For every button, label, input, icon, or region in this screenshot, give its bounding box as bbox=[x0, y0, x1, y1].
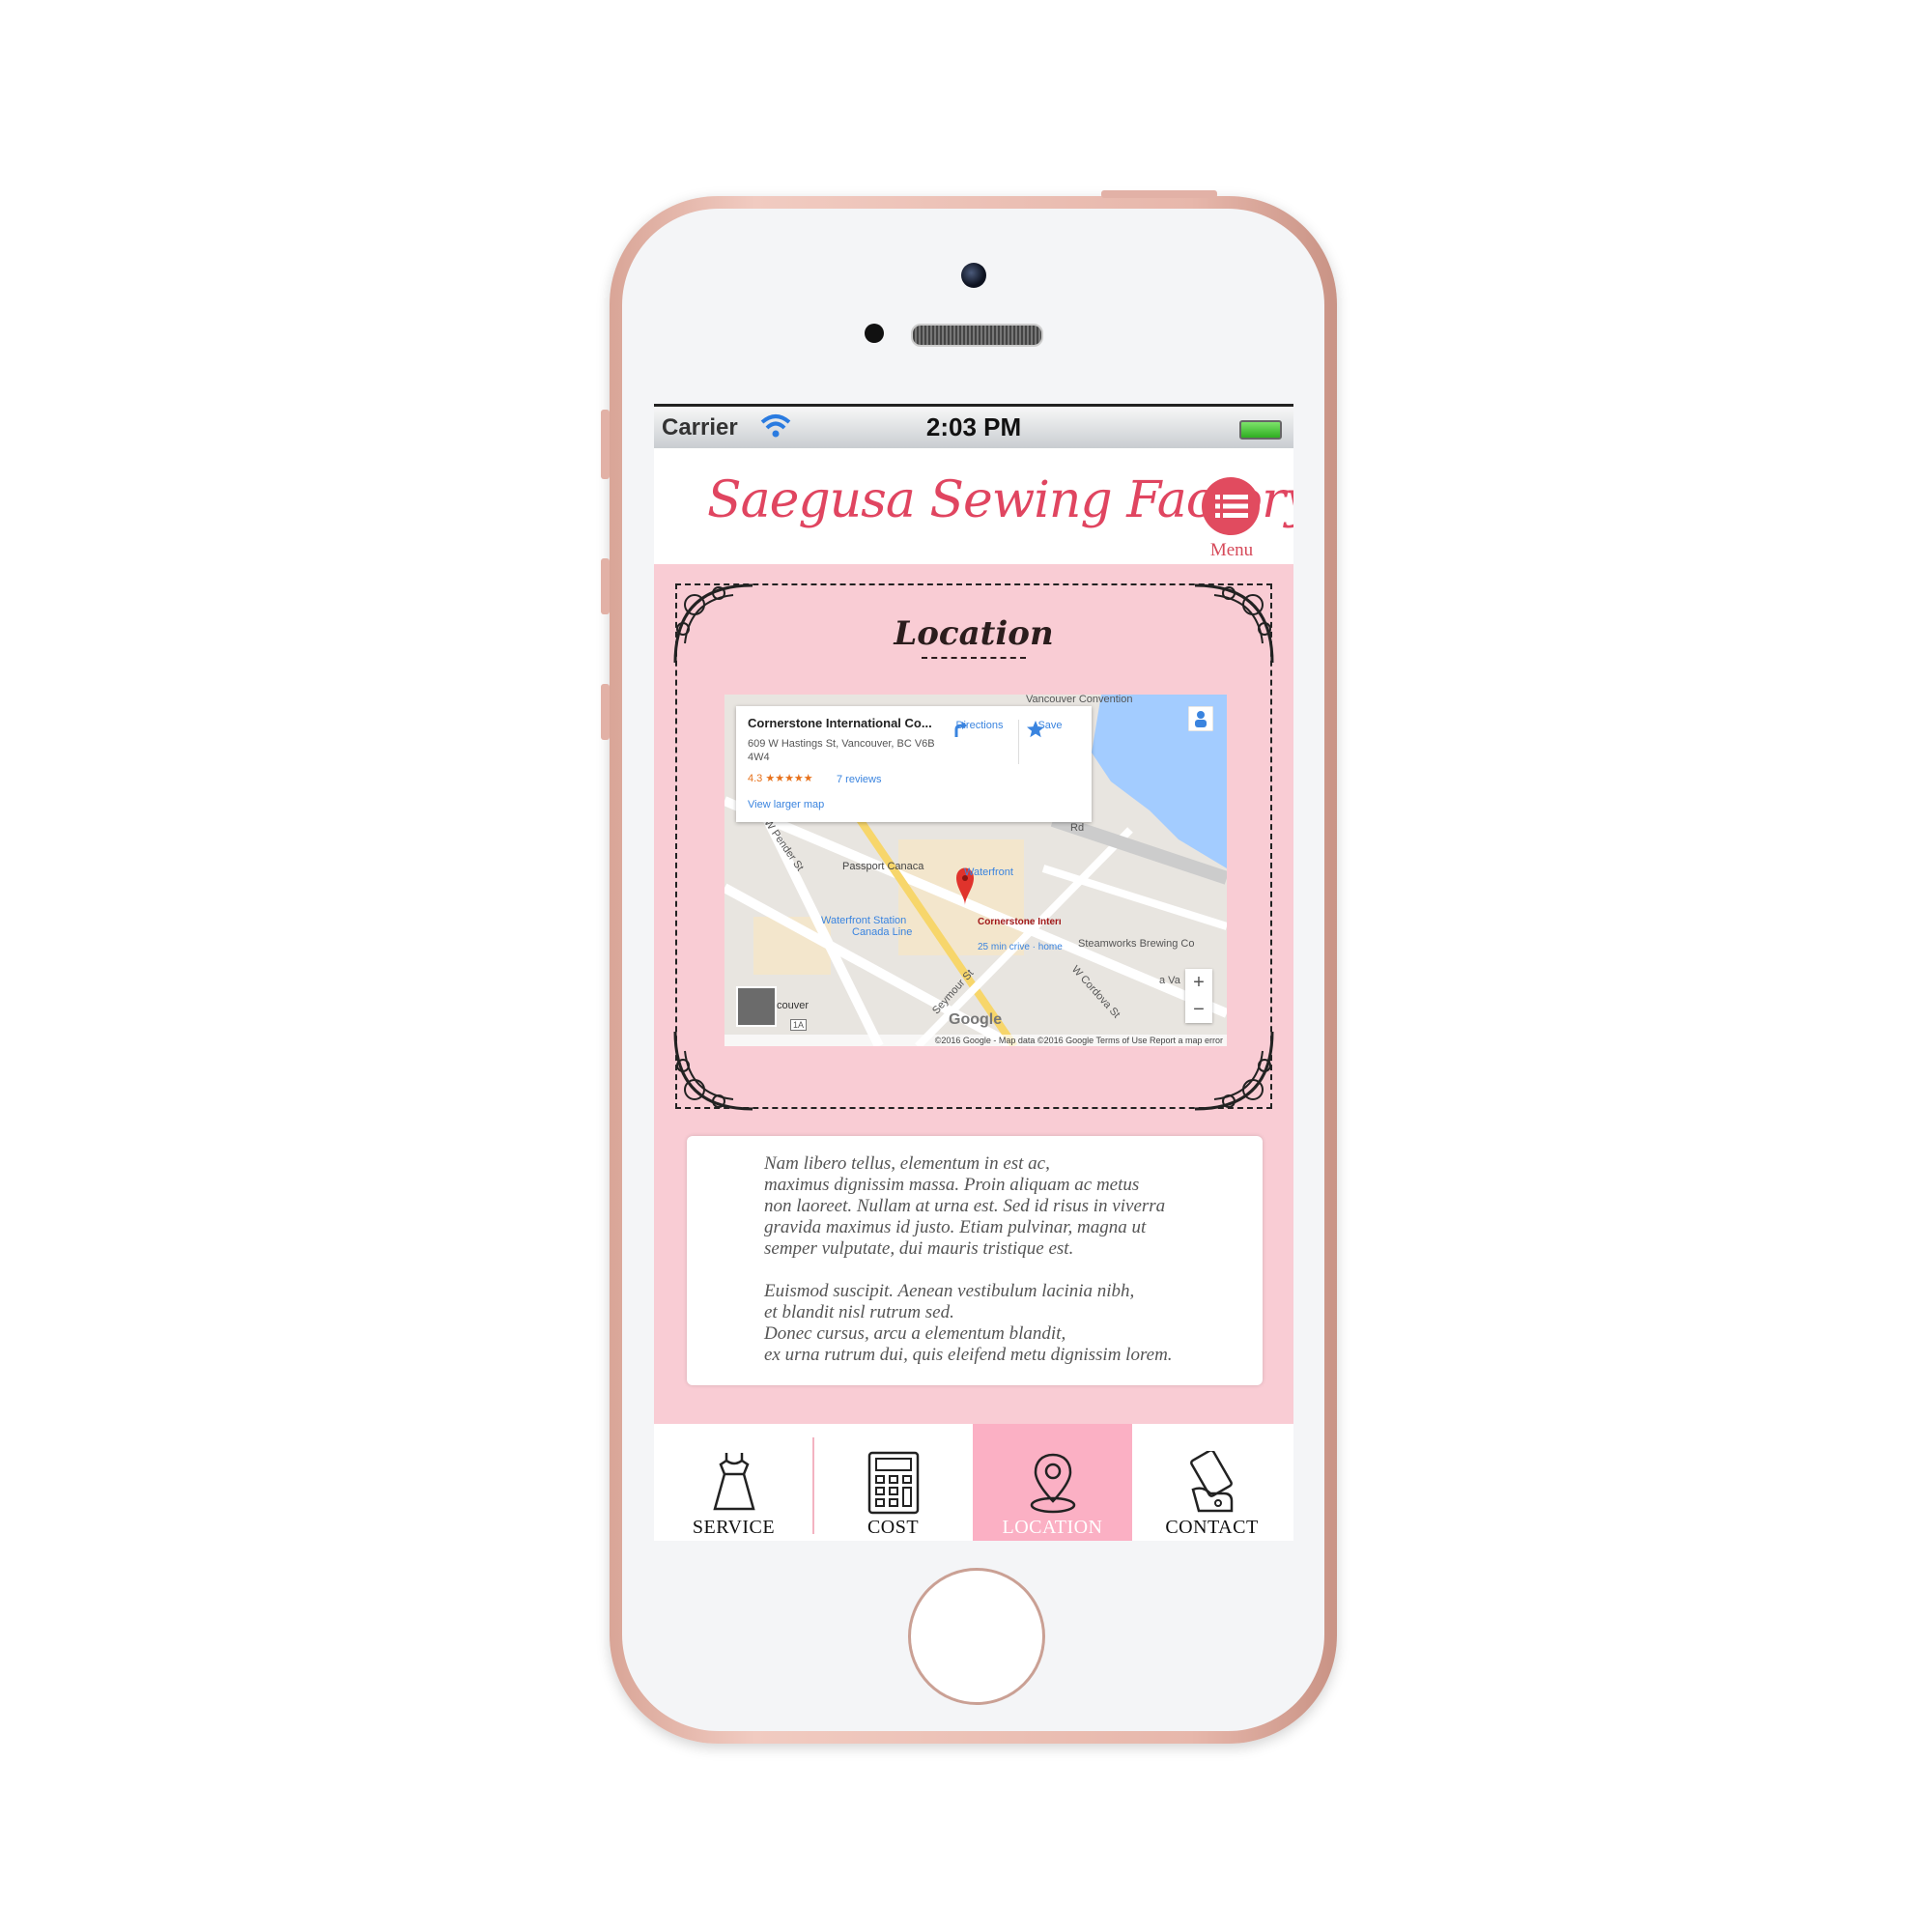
status-time: 2:03 PM bbox=[925, 412, 1022, 441]
map-label-couver: couver bbox=[777, 1000, 810, 1011]
home-button[interactable] bbox=[908, 1568, 1045, 1705]
tab-location-label: LOCATION bbox=[1002, 1517, 1103, 1538]
map-label-steamworks: Steamworks Brewing Co bbox=[1078, 938, 1195, 950]
place-reviews-link[interactable]: 7 reviews bbox=[837, 774, 881, 785]
description-paragraph-2: Euismod suscipit. Aenean vestibulum laci… bbox=[764, 1281, 1173, 1365]
proximity-sensor bbox=[865, 324, 884, 343]
description-paragraph-1: Nam libero tellus, elementum in est ac, … bbox=[764, 1153, 1166, 1259]
tab-service[interactable]: SERVICE bbox=[654, 1424, 814, 1541]
google-logo: Google bbox=[949, 1011, 1003, 1028]
tab-contact-label: CONTACT bbox=[1165, 1517, 1259, 1538]
map-label-rd: Rd bbox=[1070, 822, 1085, 834]
tab-service-label: SERVICE bbox=[692, 1517, 776, 1538]
zoom-out-button[interactable]: − bbox=[1185, 996, 1212, 1023]
tab-location[interactable]: LOCATION bbox=[973, 1424, 1132, 1541]
map-label-va: a Va bbox=[1159, 975, 1180, 986]
map-attribution: ©2016 Google - Map data ©2016 Google Ter… bbox=[724, 1035, 1227, 1046]
ringer-switch bbox=[601, 410, 610, 479]
save-button[interactable]: Save bbox=[1026, 720, 1074, 738]
bottom-tab-bar: SERVICE COST LOCATION CONTACT bbox=[654, 1424, 1293, 1541]
list-icon bbox=[1215, 495, 1248, 518]
earpiece-speaker bbox=[911, 324, 1043, 347]
directions-icon bbox=[954, 722, 967, 737]
tab-cost-label: COST bbox=[867, 1517, 920, 1538]
map-label-convention: Vancouver Convention bbox=[1026, 695, 1133, 705]
satellite-toggle[interactable] bbox=[736, 986, 777, 1027]
page-title: Location bbox=[894, 614, 1054, 653]
map-label-passport: Passport Canaca bbox=[842, 861, 924, 872]
menu-label: Menu bbox=[1209, 540, 1254, 560]
menu-button[interactable] bbox=[1202, 477, 1260, 535]
map-label-canada-line: Canada Line bbox=[852, 926, 913, 938]
calculator-icon bbox=[867, 1451, 919, 1515]
volume-up-button bbox=[601, 558, 610, 614]
view-larger-map-link[interactable]: View larger map bbox=[748, 799, 824, 810]
directions-button[interactable]: Directions bbox=[951, 720, 1009, 737]
tab-contact[interactable]: CONTACT bbox=[1132, 1424, 1292, 1541]
star-icon bbox=[1027, 721, 1044, 738]
phone-hand-icon bbox=[1189, 1451, 1233, 1513]
power-button bbox=[1101, 190, 1217, 198]
volume-down-button bbox=[601, 684, 610, 740]
battery-icon bbox=[1239, 420, 1282, 440]
dress-icon bbox=[712, 1453, 755, 1511]
google-map[interactable]: Vancouver Convention Passport Canaca Wat… bbox=[724, 695, 1227, 1046]
app-logo: Saegusa Sewing Factory bbox=[707, 471, 1293, 529]
map-label-waterfront-station: Waterfront Station bbox=[821, 915, 907, 926]
place-name: Cornerstone International Co... bbox=[748, 716, 932, 730]
map-label-route: 1A bbox=[790, 1019, 808, 1031]
zoom-controls: + − bbox=[1185, 969, 1212, 1023]
tab-cost[interactable]: COST bbox=[813, 1424, 973, 1541]
app-screen: Carrier 2:03 PM Saegusa Sewing Factory M… bbox=[654, 404, 1293, 1541]
info-divider bbox=[1018, 720, 1019, 764]
location-section: Location Vancouver Convention Passport C… bbox=[654, 564, 1293, 1424]
map-label-drive: 25 min crive · home bbox=[978, 942, 1063, 952]
place-rating: 4.3 ★★★★★ bbox=[748, 773, 813, 784]
status-bar: Carrier 2:03 PM bbox=[654, 404, 1293, 448]
zoom-in-button[interactable]: + bbox=[1185, 969, 1212, 996]
title-underline bbox=[922, 657, 1026, 659]
front-camera bbox=[961, 263, 986, 288]
map-pin-icon bbox=[1030, 1453, 1075, 1514]
place-address: 609 W Hastings St, Vancouver, BC V6B 4W4 bbox=[748, 738, 935, 763]
pegman-icon[interactable] bbox=[1188, 706, 1213, 731]
place-info-card: Cornerstone International Co... 609 W Ha… bbox=[736, 706, 1092, 822]
app-header: Saegusa Sewing Factory Menu bbox=[654, 448, 1293, 564]
description-card: Nam libero tellus, elementum in est ac, … bbox=[687, 1136, 1263, 1385]
map-label-waterfront: Waterfront bbox=[964, 867, 1013, 878]
map-label-pin: Cornerstone International... bbox=[978, 917, 1061, 927]
